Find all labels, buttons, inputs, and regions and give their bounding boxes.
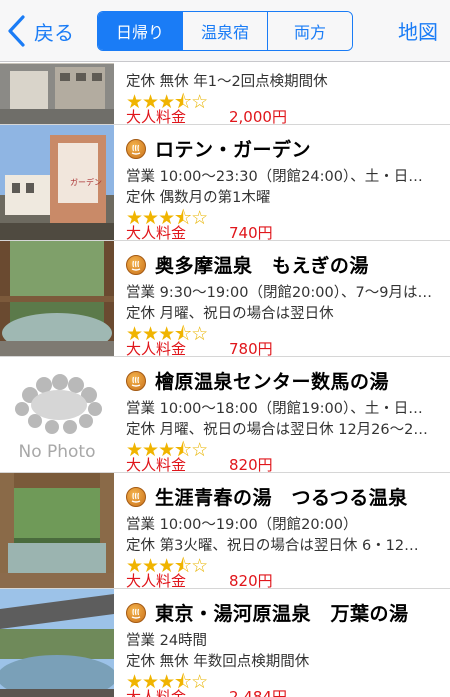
price-label: 大人料金 <box>126 108 187 126</box>
price-label: 大人料金 <box>126 456 187 474</box>
opening-hours: 営業 10:00～23:30（閉館24:00）、土・日… <box>126 169 423 185</box>
price: 820円 <box>229 572 273 590</box>
back-button[interactable]: 戻る <box>6 12 74 50</box>
hot-spring-icon <box>126 138 146 159</box>
opening-hours: 営業 10:00～18:00（閉館19:00）、土・日… <box>126 401 423 417</box>
facility-list[interactable]: 定休 無休 年1～2回点検期間休 ★★★⯪☆ 大人料金 2,000円 ガーデン <box>0 63 450 697</box>
hot-spring-icon <box>126 602 146 623</box>
price: 2,484円 <box>229 688 287 697</box>
list-item[interactable]: 奥多摩温泉 もえぎの湯 営業 9:30～19:00（閉館20:00）、7～9月は… <box>0 241 450 358</box>
no-photo-placeholder: No Photo <box>0 357 114 472</box>
facility-name: 檜原温泉センター数馬の湯 <box>155 371 390 393</box>
price-label: 大人料金 <box>126 572 187 590</box>
facility-name: 東京・湯河原温泉 万葉の湯 <box>155 603 409 625</box>
chevron-left-icon <box>8 15 25 47</box>
list-item[interactable]: ガーデン ロテン・ガーデン 営業 10:00～23:30（閉館24:00）、土・… <box>0 125 450 242</box>
facility-info: 檜原温泉センター数馬の湯 営業 10:00～18:00（閉館19:00）、土・日… <box>126 357 446 474</box>
facility-info: ロテン・ガーデン 営業 10:00～23:30（閉館24:00）、土・日… 定休… <box>126 125 446 242</box>
price: 820円 <box>229 456 273 474</box>
facility-photo <box>0 241 114 356</box>
svg-text:ガーデン: ガーデン <box>70 177 102 187</box>
list-item[interactable]: 定休 無休 年1～2回点検期間休 ★★★⯪☆ 大人料金 2,000円 <box>0 63 450 126</box>
price-label: 大人料金 <box>126 224 187 242</box>
segmented-control: 日帰り 温泉宿 両方 <box>97 11 353 51</box>
facility-info: 生涯青春の湯 つるつる温泉 営業 10:00～19:00（閉館20:00） 定休… <box>126 473 446 590</box>
opening-hours: 営業 24時間 <box>126 633 208 649</box>
facility-name: 奥多摩温泉 もえぎの湯 <box>155 255 369 277</box>
price: 780円 <box>229 340 273 358</box>
navigation-bar: 戻る 日帰り 温泉宿 両方 地図 <box>0 0 450 62</box>
segment-day-trip[interactable]: 日帰り <box>98 12 182 50</box>
no-photo-label: No Photo <box>18 442 95 462</box>
hot-spring-icon <box>126 254 146 275</box>
facility-name: ロテン・ガーデン <box>155 139 312 161</box>
facility-info: 東京・湯河原温泉 万葉の湯 営業 24時間 定休 無休 年数回点検期間休 ★★★… <box>126 589 446 697</box>
price: 740円 <box>229 224 273 242</box>
opening-hours: 営業 9:30～19:00（閉館20:00）、7～9月は… <box>126 285 432 301</box>
hot-spring-icon <box>126 370 146 391</box>
facility-photo: ガーデン <box>0 125 114 240</box>
facility-photo <box>0 63 114 124</box>
facility-info: 奥多摩温泉 もえぎの湯 営業 9:30～19:00（閉館20:00）、7～9月は… <box>126 241 446 358</box>
list-item[interactable]: 生涯青春の湯 つるつる温泉 営業 10:00～19:00（閉館20:00） 定休… <box>0 473 450 590</box>
list-item[interactable]: No Photo 檜原温泉センター数馬の湯 営業 10:00～18:00（閉館1… <box>0 357 450 474</box>
map-button[interactable]: 地図 <box>398 16 438 45</box>
facility-name: 生涯青春の湯 つるつる温泉 <box>155 487 408 509</box>
hot-spring-icon <box>126 486 146 507</box>
list-item[interactable]: 東京・湯河原温泉 万葉の湯 営業 24時間 定休 無休 年数回点検期間休 ★★★… <box>0 589 450 697</box>
segment-both[interactable]: 両方 <box>267 12 352 50</box>
price: 2,000円 <box>229 108 287 126</box>
facility-photo <box>0 473 114 588</box>
price-label: 大人料金 <box>126 688 187 697</box>
back-label: 戻る <box>34 20 74 45</box>
opening-hours: 営業 10:00～19:00（閉館20:00） <box>126 517 358 533</box>
segment-onsen-inn[interactable]: 温泉宿 <box>182 12 267 50</box>
facility-info: 定休 無休 年1～2回点検期間休 ★★★⯪☆ 大人料金 2,000円 <box>126 63 446 126</box>
price-label: 大人料金 <box>126 340 187 358</box>
facility-photo <box>0 589 114 697</box>
